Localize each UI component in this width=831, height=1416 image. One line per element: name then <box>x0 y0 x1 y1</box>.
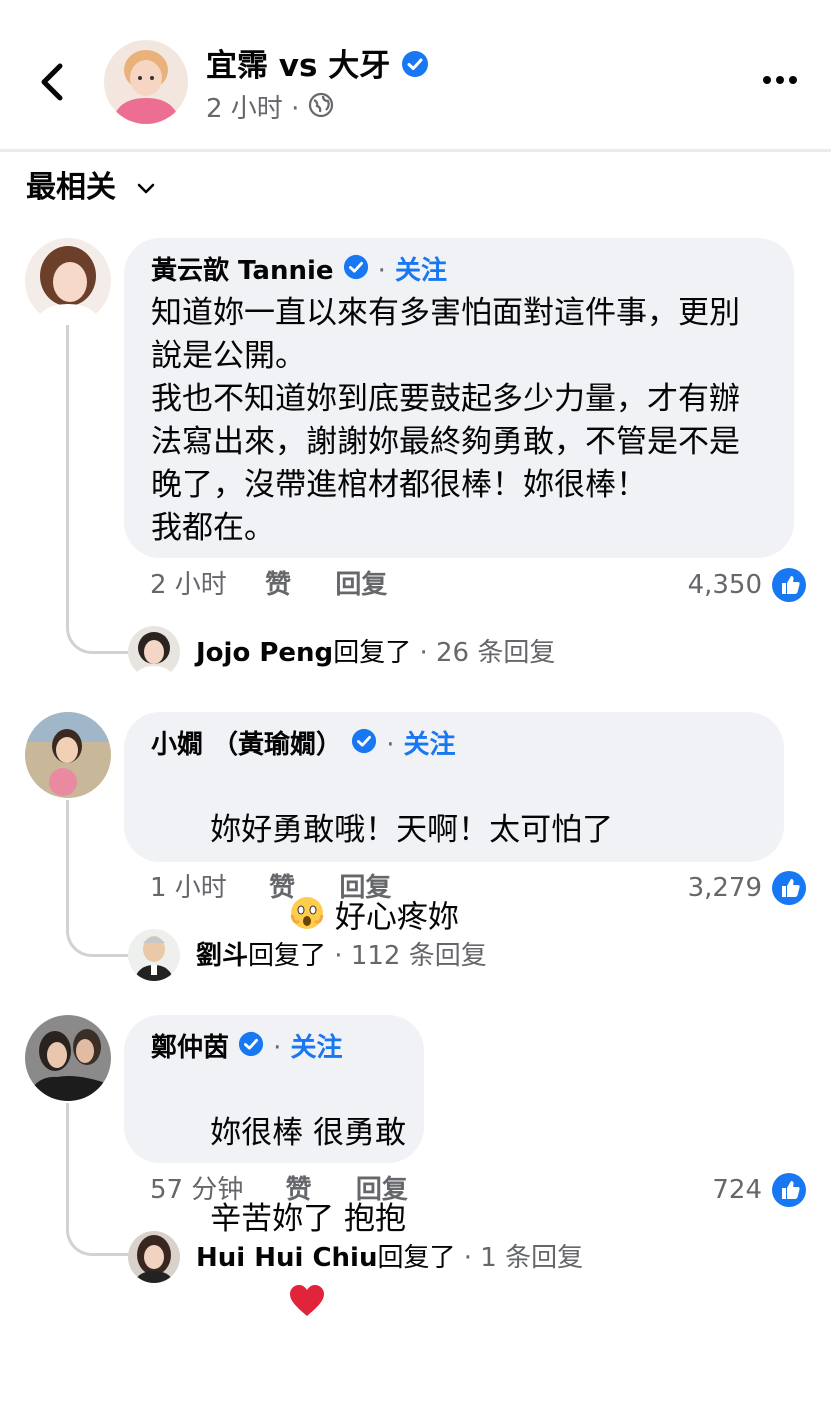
comment-avatar[interactable] <box>25 712 111 798</box>
reply-avatar[interactable] <box>128 1231 180 1283</box>
separator-dot: · <box>326 941 351 971</box>
separator-dot: · <box>455 1243 481 1273</box>
post-time[interactable]: 2 小时 <box>206 94 283 124</box>
page-avatar[interactable] <box>104 40 188 124</box>
comment-time[interactable]: 57 分钟 <box>150 1175 243 1205</box>
comment-time[interactable]: 2 小时 <box>150 570 227 600</box>
page-name-text[interactable]: 宜霈 vs 大牙 <box>206 48 390 84</box>
like-button[interactable]: 赞 <box>286 1175 312 1205</box>
thread-line <box>66 800 131 957</box>
thread-line <box>66 325 131 654</box>
comment-bubble: 小嫺 （黃瑜嫺） · 关注 妳好勇敢哦！天啊！太可怕了 好心疼妳 <box>124 712 784 1106</box>
comment-bubble: 黃云歆 Tannie · 关注 知道妳一直以來有多害怕面對這件事，更別 說是公開… <box>124 238 794 558</box>
reply-button[interactable]: 回复 <box>335 570 387 600</box>
sort-label[interactable]: 最相关 <box>26 170 116 205</box>
page-name[interactable]: 宜霈 vs 大牙 <box>206 45 429 89</box>
reply-action: 回复了 <box>333 638 412 668</box>
comment-bubble: 鄭仲茵 · 关注 妳很棒 很勇敢 辛苦妳了 抱抱 <box>124 1015 424 1316</box>
sort-dropdown[interactable]: 最相关 <box>26 168 156 208</box>
like-reaction-icon <box>772 568 806 602</box>
commenter-name[interactable]: 小嫺 （黃瑜嫺） <box>151 730 342 760</box>
reply-count[interactable]: 112 条回复 <box>351 941 487 971</box>
comment-text: 知道妳一直以來有多害怕面對這件事，更別 說是公開。 我也不知道妳到底要鼓起多少力… <box>151 295 740 546</box>
separator-dot: · <box>386 730 395 760</box>
verified-badge-icon <box>343 254 369 289</box>
reaction-count[interactable]: 3,279 <box>640 871 762 905</box>
reply-avatar[interactable] <box>128 929 180 981</box>
follow-button[interactable]: 关注 <box>395 256 447 286</box>
reply-count[interactable]: 26 条回复 <box>436 638 555 668</box>
like-button[interactable]: 赞 <box>269 873 295 903</box>
like-button[interactable]: 赞 <box>265 570 291 600</box>
separator-dot: · <box>377 256 386 286</box>
comment-actions: 2 小时 赞 回复 <box>150 568 387 602</box>
comment-avatar[interactable] <box>25 1015 111 1101</box>
more-options-icon[interactable] <box>760 68 800 92</box>
reply-author[interactable]: 劉斗 <box>196 941 248 971</box>
reply-preview[interactable]: Jojo Peng回复了 · 26 条回复 <box>196 636 555 670</box>
comment-avatar[interactable] <box>25 238 111 324</box>
comment-header: 黃云歆 Tannie · 关注 <box>151 254 447 289</box>
follow-button[interactable]: 关注 <box>404 730 456 760</box>
reply-author[interactable]: Hui Hui Chiu <box>196 1243 377 1273</box>
thread-line <box>66 1103 131 1256</box>
comment-header: 小嫺 （黃瑜嫺） · 关注 <box>151 728 456 763</box>
separator-dot: · <box>273 1033 282 1063</box>
reply-button[interactable]: 回复 <box>339 873 391 903</box>
comment-actions: 1 小时 赞 回复 <box>150 871 391 905</box>
follow-button[interactable]: 关注 <box>290 1033 342 1063</box>
reply-preview[interactable]: 劉斗回复了 · 112 条回复 <box>196 939 487 973</box>
comment-actions: 57 分钟 赞 回复 <box>150 1173 408 1207</box>
reply-author[interactable]: Jojo Peng <box>196 638 333 668</box>
reply-button[interactable]: 回复 <box>356 1175 408 1205</box>
meta-separator: · <box>291 94 300 124</box>
verified-badge-icon <box>238 1031 264 1066</box>
reply-avatar[interactable] <box>128 626 180 678</box>
comment-time[interactable]: 1 小时 <box>150 873 227 903</box>
commenter-name[interactable]: 鄭仲茵 <box>151 1033 229 1063</box>
commenter-name[interactable]: 黃云歆 Tannie <box>151 256 334 286</box>
post-header: 宜霈 vs 大牙 2 小时 · <box>0 0 831 150</box>
reaction-count[interactable]: 4,350 <box>640 568 762 602</box>
reaction-count[interactable]: 724 <box>640 1173 762 1207</box>
chevron-down-icon <box>138 183 155 193</box>
reply-preview[interactable]: Hui Hui Chiu回复了 · 1 条回复 <box>196 1241 583 1275</box>
separator-dot: · <box>411 638 436 668</box>
reply-action: 回复了 <box>377 1243 456 1273</box>
reply-count[interactable]: 1 条回复 <box>480 1243 583 1273</box>
post-meta: 2 小时 · <box>206 92 334 127</box>
comment-text-line: 妳很棒 很勇敢 <box>210 1115 406 1151</box>
globe-icon <box>308 92 334 127</box>
like-reaction-icon <box>772 871 806 905</box>
comment-header: 鄭仲茵 · 关注 <box>151 1031 342 1066</box>
header-divider <box>0 149 831 152</box>
like-reaction-icon <box>772 1173 806 1207</box>
back-arrow-icon[interactable] <box>34 60 74 104</box>
verified-badge-icon <box>351 728 377 763</box>
verified-badge-icon <box>401 47 429 89</box>
comment-text-main: 妳好勇敢哦！天啊！太可怕了 <box>210 812 614 848</box>
reply-action: 回复了 <box>248 941 327 971</box>
